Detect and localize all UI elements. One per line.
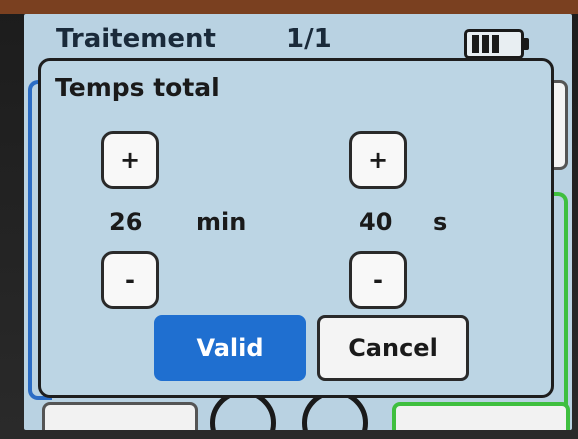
seconds-value: 40 [359, 208, 393, 236]
background-button-left [42, 402, 198, 430]
minutes-increment-button[interactable]: + [101, 131, 159, 189]
battery-icon [464, 29, 529, 59]
dialog-title: Temps total [55, 73, 220, 102]
valid-button[interactable]: Valid [154, 315, 306, 381]
background-button-right [392, 402, 570, 430]
time-dialog: Temps total + 26 min - + 40 s - Valid Ca… [38, 58, 554, 398]
minutes-value: 26 [109, 208, 143, 236]
minutes-unit: min [196, 208, 247, 236]
lcd-screen: Traitement 1/1 Temps total + 26 min - + … [24, 14, 572, 430]
page-indicator: 1/1 [286, 24, 332, 54]
seconds-increment-button[interactable]: + [349, 131, 407, 189]
seconds-unit: s [433, 208, 448, 236]
minutes-decrement-button[interactable]: - [101, 251, 159, 309]
seconds-decrement-button[interactable]: - [349, 251, 407, 309]
background-title: Traitement [56, 24, 216, 54]
device-frame-top [0, 0, 578, 14]
cancel-button[interactable]: Cancel [317, 315, 469, 381]
